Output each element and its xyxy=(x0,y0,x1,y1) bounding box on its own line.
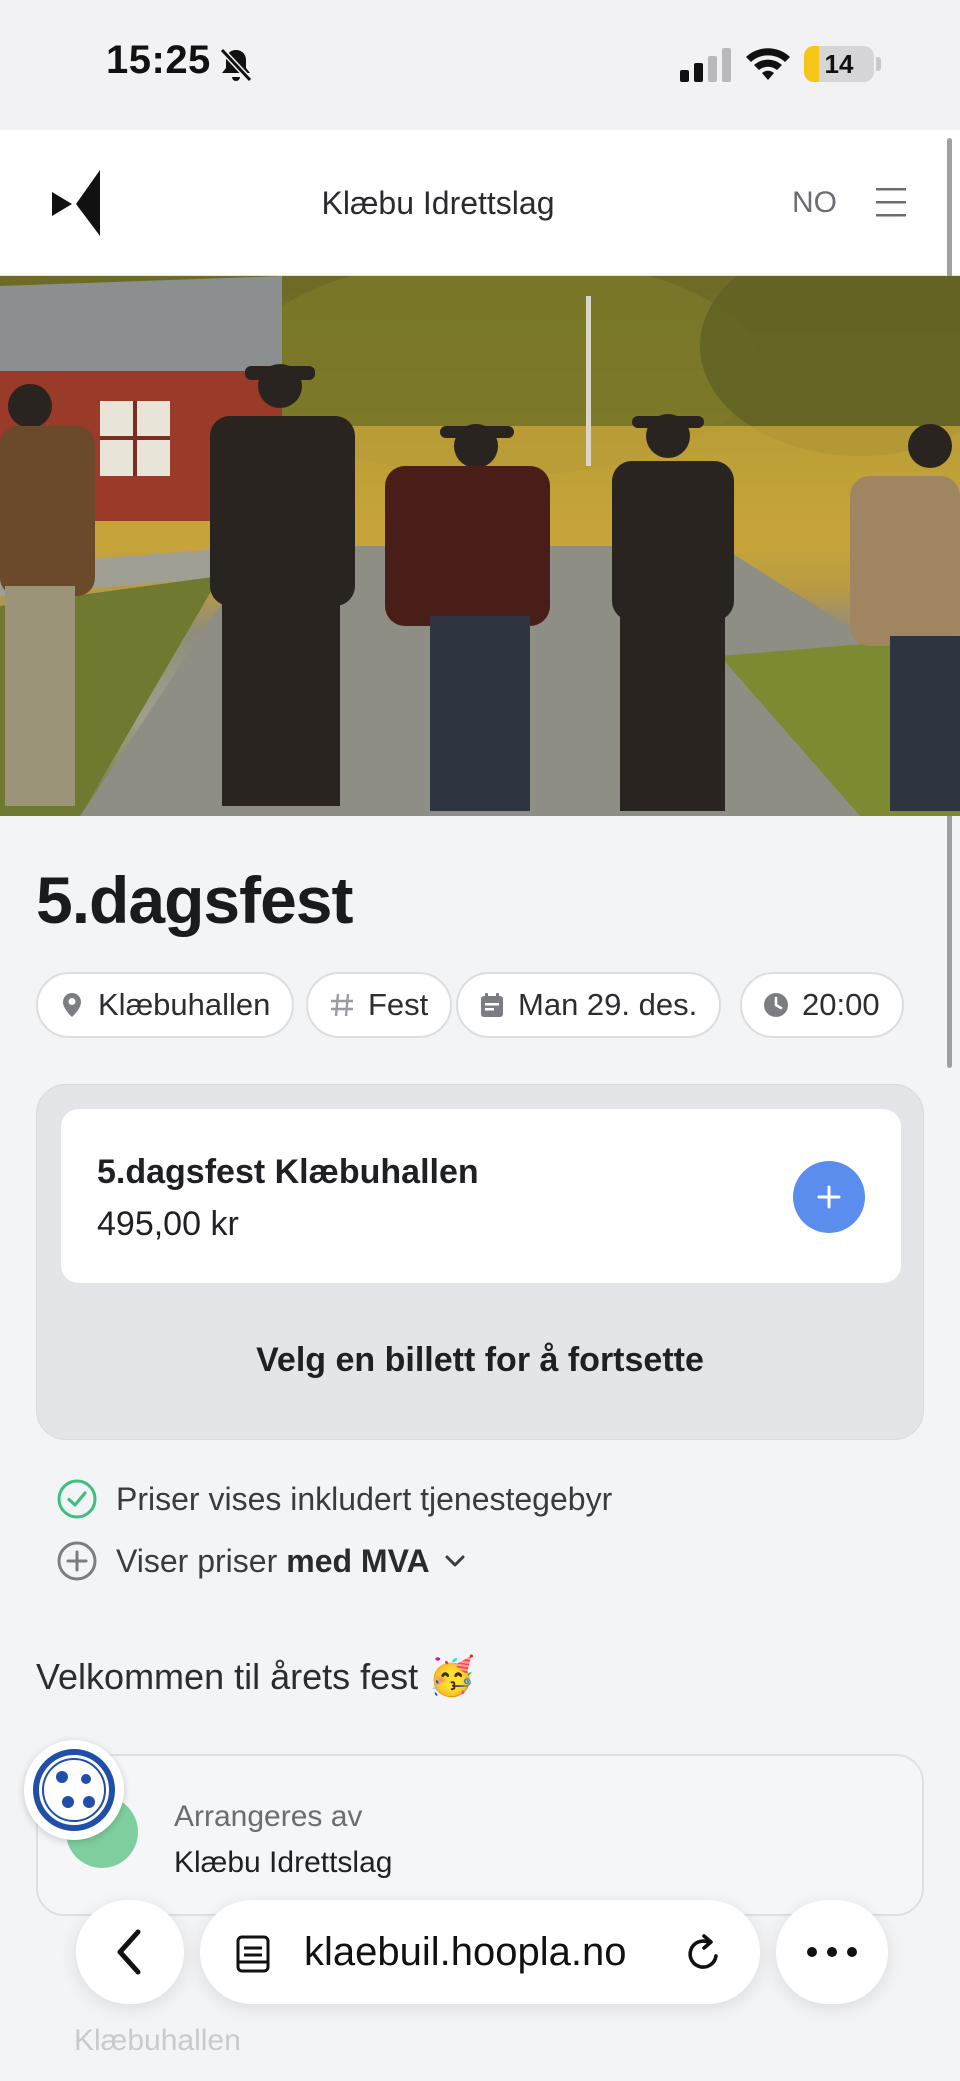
fee-note-row: Priser vises inkludert tjenestegebyr xyxy=(56,1478,612,1520)
organizer-card[interactable]: Arrangeres av Klæbu Idrettslag xyxy=(36,1754,924,1916)
vat-prefix-text: Viser priser xyxy=(116,1542,278,1579)
language-toggle[interactable]: NO xyxy=(792,130,837,276)
calendar-icon xyxy=(481,993,503,1017)
browser-address-bar[interactable]: klaebuil.hoopla.no xyxy=(200,1900,760,2004)
event-title: 5.dagsfest xyxy=(36,863,353,937)
app-header: Klæbu Idrettslag NO xyxy=(0,130,960,276)
cellular-signal-icon xyxy=(680,48,731,82)
reload-icon[interactable] xyxy=(682,1932,726,1976)
organizer-name: Klæbu Idrettslag xyxy=(174,1846,393,1879)
status-time: 15:25 xyxy=(106,38,211,82)
battery-indicator: 14 xyxy=(804,46,874,82)
browser-url: klaebuil.hoopla.no xyxy=(304,1930,627,1974)
clock-icon xyxy=(764,993,788,1017)
hashtag-icon xyxy=(331,993,353,1017)
description-text: Velkommen til årets fest xyxy=(36,1655,419,1697)
date-tag[interactable]: Man 29. des. xyxy=(456,972,722,1038)
category-tag[interactable]: Fest xyxy=(306,972,453,1038)
venue-heading-faded: Klæbuhallen xyxy=(74,2024,241,2057)
wifi-icon xyxy=(746,48,790,80)
organizer-label: Arrangeres av xyxy=(174,1800,363,1833)
fee-note-text: Priser vises inkludert tjenestegebyr xyxy=(116,1480,613,1517)
plus-circle-icon xyxy=(57,1541,97,1581)
ticket-price: 495,00 kr xyxy=(97,1205,239,1243)
status-bar: 15:25 14 xyxy=(0,0,960,130)
cookie-icon xyxy=(33,1749,115,1831)
hamburger-menu-icon[interactable] xyxy=(874,186,908,218)
map-pin-icon xyxy=(63,993,81,1017)
plus-icon xyxy=(817,1185,841,1209)
page-info-icon xyxy=(236,1935,270,1973)
more-dots-icon xyxy=(807,1947,857,1957)
cookie-settings-button[interactable] xyxy=(24,1740,124,1840)
browser-back-button[interactable] xyxy=(76,1900,184,2004)
ticket-card[interactable]: 5.dagsfest Klæbuhallen 495,00 kr xyxy=(61,1109,901,1283)
date-tag-label: Man 29. des. xyxy=(518,987,698,1022)
ticket-panel: 5.dagsfest Klæbuhallen 495,00 kr Velg en… xyxy=(36,1084,924,1440)
browser-more-button[interactable] xyxy=(776,1900,888,2004)
party-face-emoji: 🥳 xyxy=(428,1654,476,1698)
vat-toggle-row[interactable]: Viser priser med MVA xyxy=(56,1540,468,1582)
check-circle-icon xyxy=(57,1479,97,1519)
ticket-name: 5.dagsfest Klæbuhallen xyxy=(97,1153,479,1191)
chevron-left-icon xyxy=(117,1929,141,1975)
add-ticket-button[interactable] xyxy=(793,1161,865,1233)
event-hero-image xyxy=(0,276,960,816)
event-description: Velkommen til årets fest 🥳 xyxy=(36,1654,475,1699)
continue-prompt: Velg en billett for å fortsette xyxy=(256,1341,704,1379)
location-tag-label: Klæbuhallen xyxy=(98,987,271,1022)
header-org-name: Klæbu Idrettslag xyxy=(321,185,555,221)
time-tag-label: 20:00 xyxy=(802,987,880,1022)
category-tag-label: Fest xyxy=(368,987,429,1022)
time-tag[interactable]: 20:00 xyxy=(740,972,904,1038)
vat-bold-text: med MVA xyxy=(286,1542,430,1579)
chevron-down-icon xyxy=(445,1555,465,1567)
battery-level: 14 xyxy=(824,49,854,79)
location-tag[interactable]: Klæbuhallen xyxy=(36,972,295,1038)
bell-off-icon xyxy=(219,47,253,83)
